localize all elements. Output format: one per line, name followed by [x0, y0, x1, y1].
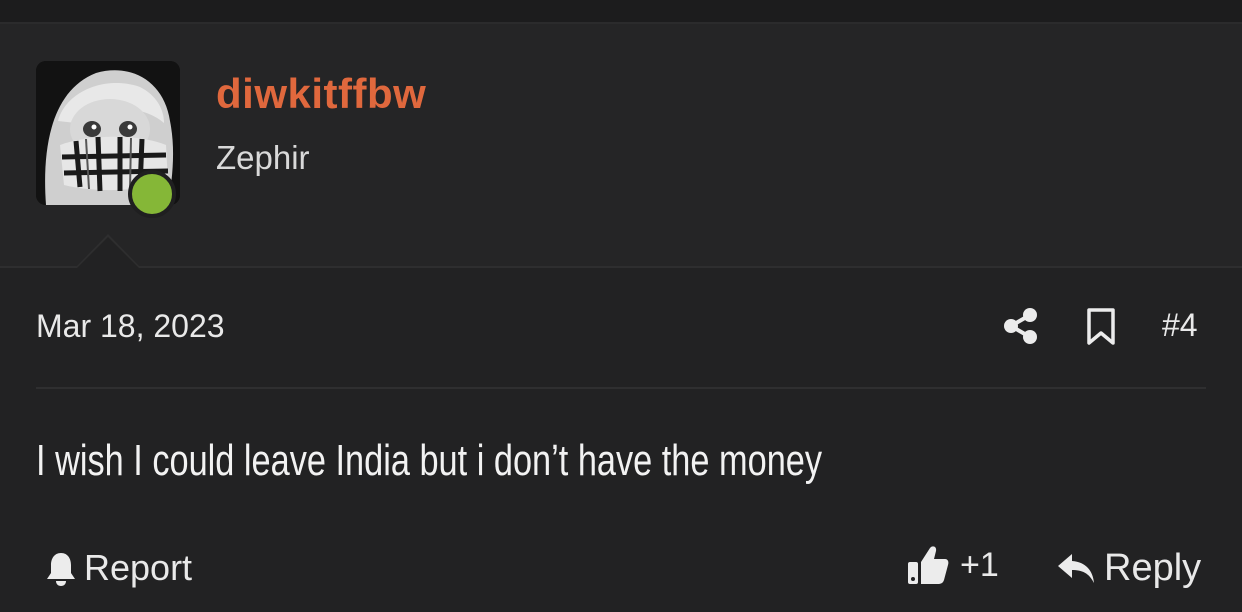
bookmark-icon[interactable] [1085, 307, 1117, 347]
post-number-link[interactable]: #4 [1162, 307, 1198, 344]
top-strip [0, 0, 1242, 22]
user-header-border [0, 266, 1242, 268]
online-status-dot [128, 170, 176, 218]
reply-label: Reply [1104, 546, 1202, 589]
like-button[interactable]: +1 [906, 543, 999, 587]
report-button[interactable]: Report [44, 546, 192, 590]
user-header-caret-fill [77, 237, 139, 268]
bell-icon [47, 553, 75, 586]
reply-button[interactable]: Reply [1056, 546, 1201, 590]
user-header [0, 24, 1242, 267]
thumbs-up-icon [908, 546, 949, 584]
post-message: I wish I could leave India but i don’t h… [36, 436, 823, 485]
user-title: Zephir [216, 139, 310, 176]
divider [36, 387, 1206, 389]
reply-arrow-icon [1058, 554, 1094, 583]
share-icon[interactable] [1000, 306, 1040, 346]
like-count: +1 [960, 545, 999, 584]
post-date[interactable]: Mar 18, 2023 [36, 308, 225, 345]
username-link[interactable]: diwkitffbw [216, 70, 426, 118]
report-label: Report [84, 547, 193, 588]
